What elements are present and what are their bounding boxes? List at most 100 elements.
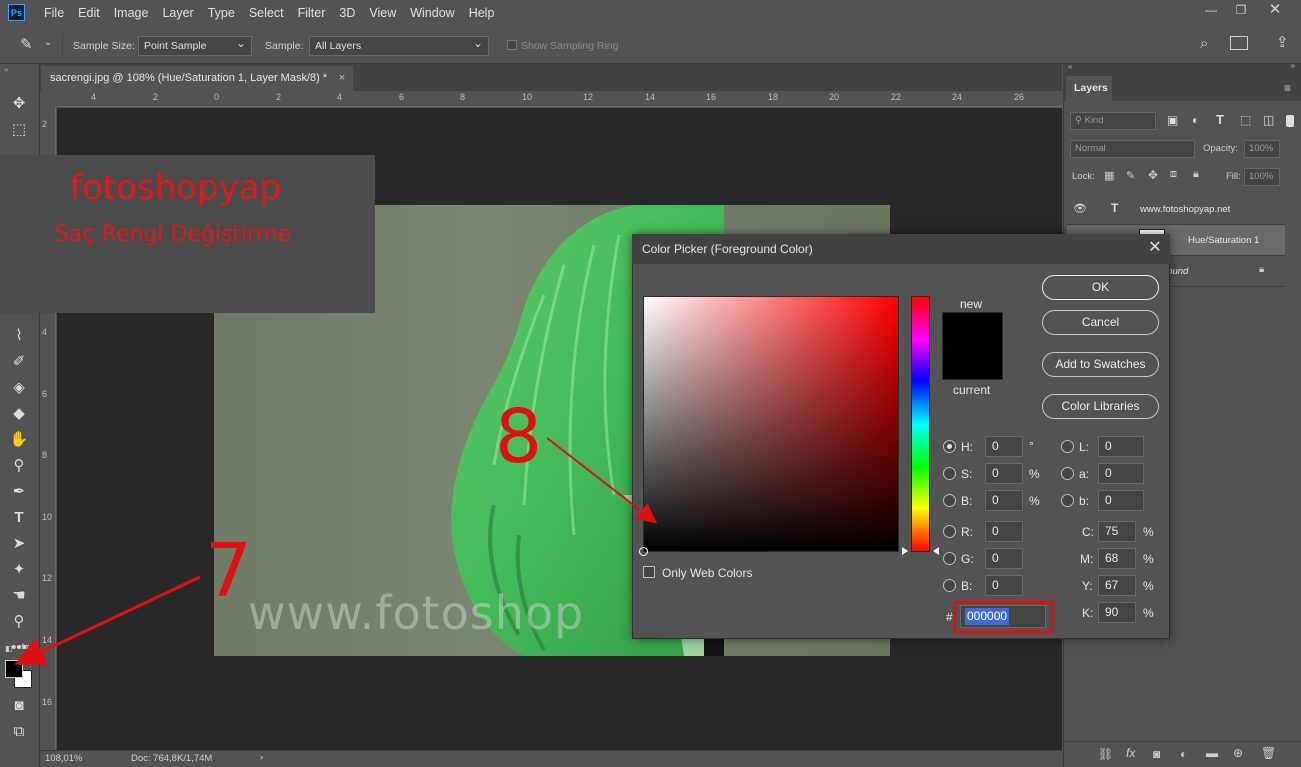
blue-radio[interactable] [943, 579, 956, 592]
restore-icon[interactable]: ❐ [1226, 0, 1256, 20]
link-layers-icon[interactable]: ⛓ [1098, 747, 1113, 761]
close-icon[interactable]: ✕ [1260, 0, 1290, 20]
tab-layers[interactable]: Layers [1066, 76, 1112, 101]
paint-bucket-icon[interactable]: ◆ [9, 404, 29, 424]
menu-edit[interactable]: Edit [71, 6, 107, 20]
layer-row-text[interactable]: 👁︎ T www.fotoshopyap.net [1067, 194, 1285, 225]
default-colors-icon[interactable]: ◧ [5, 644, 13, 653]
lab-l-radio[interactable] [1061, 440, 1074, 453]
saturation-input[interactable]: 0 [985, 463, 1023, 484]
filter-toggle-icon[interactable] [1286, 115, 1294, 127]
green-radio[interactable] [943, 552, 956, 565]
color-cursor-icon[interactable] [639, 547, 648, 556]
blur-tool-icon[interactable]: ✋ [9, 430, 29, 450]
menu-window[interactable]: Window [403, 6, 461, 20]
menu-image[interactable]: Image [107, 6, 156, 20]
share-icon[interactable]: ⇪ [1276, 33, 1289, 51]
color-libraries-button[interactable]: Color Libraries [1042, 394, 1159, 419]
menu-layer[interactable]: Layer [155, 6, 200, 20]
menu-filter[interactable]: Filter [291, 6, 333, 20]
type-filter-icon[interactable]: T [1216, 112, 1224, 127]
eyedropper-icon[interactable]: ✎ [20, 35, 33, 53]
menu-file[interactable]: File [37, 6, 71, 20]
red-input[interactable]: 0 [985, 521, 1023, 542]
path-selection-icon[interactable]: ➤ [9, 534, 29, 554]
menu-select[interactable]: Select [242, 6, 291, 20]
brush-tool-icon[interactable]: ⌇ [9, 326, 29, 346]
lock-pixels-icon[interactable]: ✎ [1126, 169, 1135, 182]
adjustment-layer-icon[interactable]: ◐ [1180, 747, 1187, 761]
new-layer-icon[interactable]: ⊕ [1233, 746, 1243, 760]
hue-input[interactable]: 0 [985, 436, 1023, 457]
adjustment-filter-icon[interactable]: ◐ [1192, 113, 1199, 127]
chevron-down-icon[interactable]: ⌄ [44, 37, 52, 48]
hue-slider-right-arrow-icon[interactable] [933, 547, 939, 555]
hue-slider-left-arrow-icon[interactable] [902, 547, 908, 555]
saturation-radio[interactable] [943, 467, 956, 480]
brightness-input[interactable]: 0 [985, 490, 1023, 511]
cyan-input[interactable]: 75 [1098, 521, 1136, 542]
group-icon[interactable]: ▬ [1206, 746, 1218, 760]
collapse-panel-icon[interactable]: « [1068, 62, 1072, 71]
only-web-colors-checkbox[interactable] [643, 566, 655, 578]
magenta-input[interactable]: 68 [1098, 548, 1136, 569]
eraser-tool-icon[interactable]: ◈ [9, 378, 29, 398]
workspace-icon[interactable] [1230, 36, 1248, 50]
zoom-level[interactable]: 108,01% [45, 753, 83, 764]
cancel-button[interactable]: Cancel [1042, 310, 1159, 335]
zoom-tool-icon[interactable]: ⚲ [9, 612, 29, 632]
dialog-close-icon[interactable]: ✕ [1146, 238, 1164, 258]
hue-slider[interactable] [911, 296, 930, 552]
status-menu-icon[interactable]: › [260, 752, 263, 763]
minimize-icon[interactable]: — [1196, 0, 1226, 20]
quick-mask-icon[interactable]: ◙ [9, 696, 29, 716]
red-radio[interactable] [943, 525, 956, 538]
menu-view[interactable]: View [362, 6, 403, 20]
layer-kind-filter[interactable]: ⚲ Kind [1070, 112, 1156, 130]
saturation-brightness-field[interactable] [639, 296, 899, 556]
show-ring-checkbox[interactable] [507, 40, 517, 50]
document-tab[interactable]: sacrengi.jpg @ 108% (Hue/Saturation 1, L… [41, 66, 354, 91]
search-icon[interactable]: ⌕ [1200, 35, 1208, 52]
lab-a-radio[interactable] [1061, 467, 1074, 480]
history-brush-icon[interactable]: ✐ [9, 352, 29, 372]
menu-3d[interactable]: 3D [332, 6, 362, 20]
trash-icon[interactable]: 🗑︎ [1261, 746, 1276, 760]
panel-menu-icon[interactable]: ≡ [1284, 81, 1291, 95]
blend-mode-select[interactable]: Normal [1070, 140, 1195, 158]
sample-size-select[interactable]: Point Sample [138, 34, 252, 56]
screen-mode-icon[interactable]: ⧉ [9, 722, 29, 742]
ok-button[interactable]: OK [1042, 275, 1159, 300]
lab-a-input[interactable]: 0 [1098, 463, 1144, 484]
add-mask-icon[interactable]: ◙ [1153, 747, 1160, 761]
fill-input[interactable]: 100% [1244, 168, 1280, 186]
hand-tool-icon[interactable]: ☚ [9, 586, 29, 606]
smart-object-filter-icon[interactable]: ◫ [1263, 113, 1274, 127]
opacity-input[interactable]: 100% [1244, 140, 1280, 158]
type-tool-icon[interactable]: T [9, 508, 29, 528]
layer-style-icon[interactable]: fx [1126, 746, 1135, 760]
shape-filter-icon[interactable]: ⬚ [1240, 113, 1251, 127]
move-tool-icon[interactable]: ✥ [9, 94, 29, 114]
current-color-swatch[interactable] [942, 346, 1003, 380]
green-input[interactable]: 0 [985, 548, 1023, 569]
shape-tool-icon[interactable]: ✦ [9, 560, 29, 580]
menu-help[interactable]: Help [462, 6, 502, 20]
lab-b-input[interactable]: 0 [1098, 490, 1144, 511]
foreground-color-swatch[interactable] [5, 660, 23, 678]
sample-select[interactable]: All Layers [309, 34, 489, 56]
lab-b-radio[interactable] [1061, 494, 1074, 507]
brightness-radio[interactable] [943, 494, 956, 507]
tab-close-icon[interactable]: × [339, 66, 345, 91]
menu-type[interactable]: Type [201, 6, 242, 20]
visibility-eye-icon[interactable]: 👁︎ [1073, 202, 1087, 215]
black-input[interactable]: 90 [1098, 602, 1136, 623]
collapse-icon[interactable]: » [4, 65, 8, 74]
lock-artboard-icon[interactable]: ⧈ [1170, 168, 1177, 181]
blue-input[interactable]: 0 [985, 575, 1023, 596]
swap-colors-icon[interactable]: ⇆ [21, 642, 29, 653]
lock-all-icon[interactable]: 🔒︎ [1193, 168, 1199, 181]
collapse-panel-icon[interactable]: » [1291, 61, 1295, 70]
pen-tool-icon[interactable]: ✒ [9, 482, 29, 502]
yellow-input[interactable]: 67 [1098, 575, 1136, 596]
